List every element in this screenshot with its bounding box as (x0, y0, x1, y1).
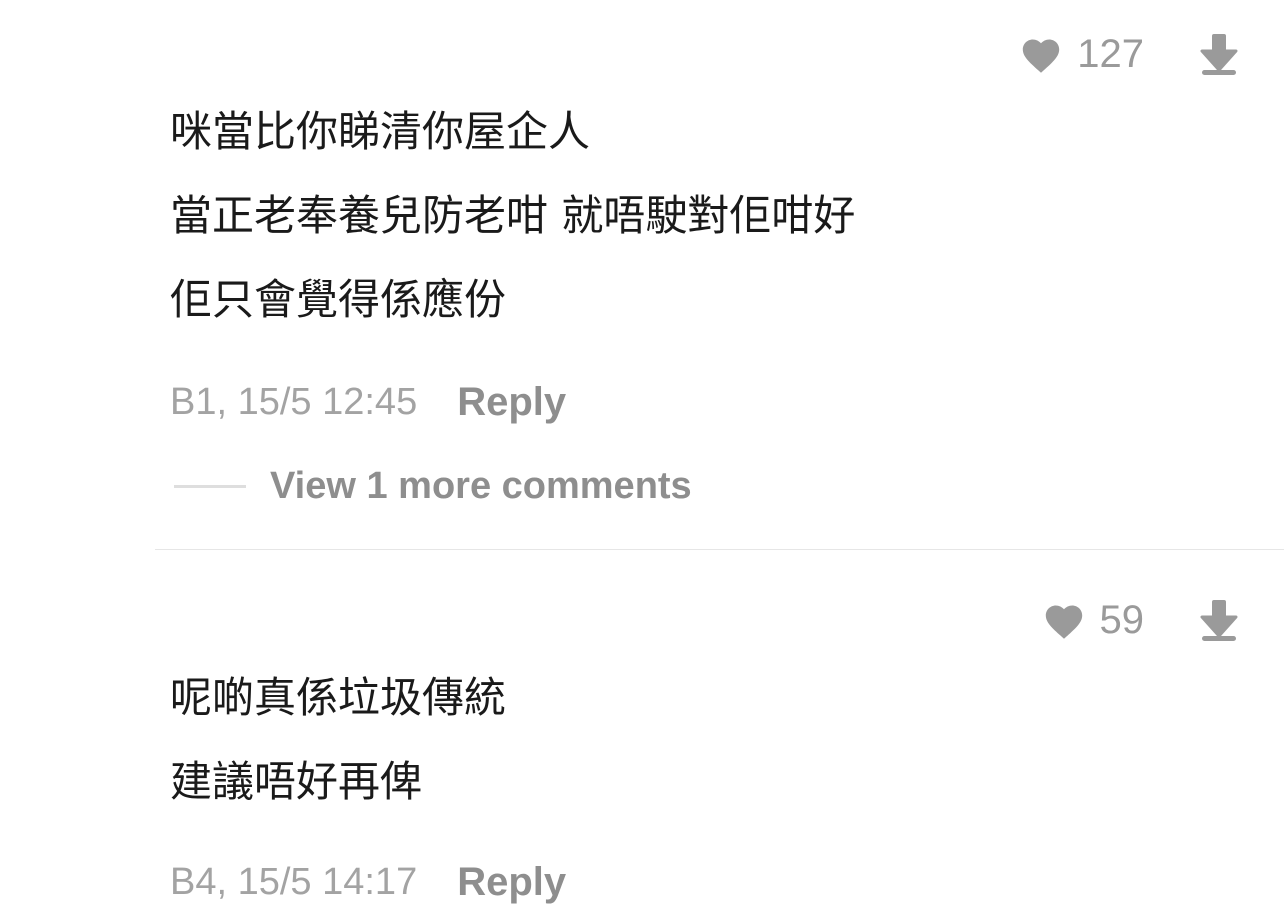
like-count: 59 (1100, 600, 1145, 640)
heart-icon (1019, 34, 1063, 74)
comment-actions: 127 (1019, 26, 1284, 82)
heart-icon (1042, 600, 1086, 640)
comment-line: 咪當比你睇清你屋企人 (170, 90, 1244, 174)
comment-body: 呢啲真係垃圾傳統 建議唔好再俾 (170, 656, 1244, 824)
comment-line: 佢只會覺得係應份 (170, 258, 1244, 342)
comment-line: 建議唔好再俾 (170, 740, 1244, 824)
comment-body: 咪當比你睇清你屋企人 當正老奉養兒防老咁 就唔駛對佢咁好 佢只會覺得係應份 (170, 90, 1244, 342)
like-button[interactable]: 127 (1019, 34, 1144, 74)
comment-timestamp: B1, 15/5 12:45 (170, 381, 417, 424)
comment-line: 呢啲真係垃圾傳統 (170, 656, 1244, 740)
reply-button[interactable]: Reply (457, 380, 566, 425)
like-button[interactable]: 59 (1042, 600, 1145, 640)
arrow-down-icon[interactable] (1200, 598, 1238, 642)
comment-actions: 59 (1042, 592, 1284, 648)
view-more-divider (174, 485, 246, 488)
arrow-down-icon[interactable] (1200, 32, 1238, 76)
view-more-label: View 1 more comments (270, 465, 692, 508)
view-more-comments[interactable]: View 1 more comments (174, 461, 692, 511)
reply-button[interactable]: Reply (457, 860, 566, 905)
like-count: 127 (1077, 34, 1144, 74)
comment-meta: B1, 15/5 12:45 Reply (170, 372, 566, 432)
comment-timestamp: B4, 15/5 14:17 (170, 861, 417, 904)
comment-meta: B4, 15/5 14:17 Reply (170, 852, 566, 912)
comment-divider (155, 549, 1284, 550)
comment-line: 當正老奉養兒防老咁 就唔駛對佢咁好 (170, 174, 1244, 258)
